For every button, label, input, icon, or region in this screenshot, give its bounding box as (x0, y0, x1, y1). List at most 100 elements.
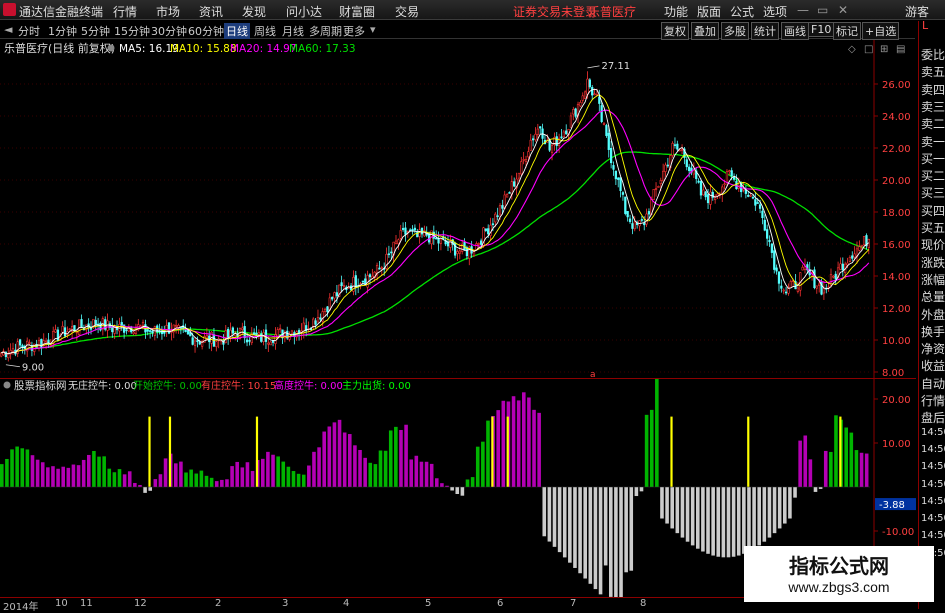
chart-tool-icon[interactable]: ◇ (848, 44, 856, 55)
indicator-bar (327, 426, 332, 487)
indicator-bar (849, 432, 854, 487)
minimize-icon[interactable]: — (797, 3, 809, 17)
period-tab-5min[interactable]: 5分钟 (81, 23, 110, 39)
menu-item-discover[interactable]: 发现 (242, 3, 266, 20)
indicator-bar (701, 487, 705, 552)
add-watchlist-button[interactable]: +自选 (862, 22, 900, 40)
event-marker[interactable]: a (590, 370, 596, 378)
candle-body (68, 328, 71, 331)
indicator-bar (854, 450, 859, 487)
candle-body (141, 321, 145, 326)
candle-body (680, 149, 684, 151)
period-tab-daily[interactable]: 日线 (224, 23, 250, 39)
period-tab-multi[interactable]: 多周期 (309, 23, 342, 39)
menu-item-news[interactable]: 资讯 (199, 3, 223, 20)
candle-body (290, 330, 294, 335)
period-tab-15min[interactable]: 15分钟 (114, 23, 150, 39)
menu-item-trade[interactable]: 交易 (395, 3, 419, 20)
menu-item-formula[interactable]: 公式 (730, 3, 754, 20)
candle-body (706, 194, 710, 204)
indicator-bar (358, 449, 362, 487)
period-tab-1min[interactable]: 1分钟 (48, 23, 77, 39)
fuquan-button[interactable]: 复权 (661, 22, 689, 40)
candle-body (106, 320, 109, 331)
indicator-bar (844, 427, 848, 487)
indicator-bar (220, 479, 224, 487)
menu-item-ask[interactable]: 问小达 (286, 3, 322, 20)
chart-tool-icon[interactable]: □ (864, 44, 873, 55)
side-panel-item[interactable]: 14:50 (921, 444, 945, 455)
restore-icon[interactable]: ▭ (817, 3, 828, 17)
settings-dot-icon[interactable] (107, 44, 115, 52)
side-panel-item[interactable]: 自动 (921, 375, 945, 392)
login-notice[interactable]: 证券交易未登录 (513, 3, 597, 20)
date-tick: 12 (134, 598, 147, 609)
candle-body (196, 340, 199, 342)
chart-tool-icon[interactable]: ⊞ (880, 44, 888, 55)
indicator-bar (250, 470, 255, 487)
indicator-bar (690, 487, 695, 546)
period-tab-more[interactable]: 更多 (343, 23, 365, 39)
indicator-settings-icon[interactable] (3, 381, 11, 389)
mark-button[interactable]: 标记 (833, 22, 861, 40)
period-tab-60min[interactable]: 60分钟 (188, 23, 224, 39)
indicator-bar (225, 479, 229, 487)
f10-button[interactable]: F10 (808, 22, 835, 37)
multi-stock-button[interactable]: 多股 (721, 22, 749, 40)
candle-body (643, 222, 646, 226)
candle-body (491, 223, 495, 226)
menu-item-wealth[interactable]: 财富圈 (339, 3, 375, 20)
menu-item-market[interactable]: 市场 (156, 3, 180, 20)
indicator-bar (342, 432, 347, 487)
candle-body (132, 331, 135, 335)
more-dropdown-icon[interactable]: ▾ (370, 23, 376, 36)
side-panel-item[interactable]: 14:50 (921, 530, 945, 541)
side-panel-item[interactable]: 14:50 (921, 479, 945, 490)
menu-item-layout[interactable]: 版面 (697, 3, 721, 20)
side-panel-item[interactable]: 14:50 (921, 427, 945, 438)
period-tab-30min[interactable]: 30分钟 (151, 23, 187, 39)
main-kline-chart[interactable]: 26.00 24.00 22.00 20.00 18.00 16.00 14.00 12.00… (0, 40, 916, 378)
candle-body (527, 151, 530, 158)
overlay-button[interactable]: 叠加 (691, 22, 719, 40)
indicator-bar (803, 435, 808, 487)
menu-item-quotes[interactable]: 行情 (113, 3, 137, 20)
candle-body (193, 340, 197, 346)
chart-tool-icon[interactable]: ▤ (896, 44, 905, 55)
date-tick: 6 (497, 598, 504, 609)
period-tab-intraday[interactable]: 分时 (18, 23, 40, 39)
close-icon[interactable]: ✕ (838, 3, 848, 17)
candle-body (673, 144, 677, 146)
stock-name-header: 乐普医疗 (588, 5, 637, 19)
period-tab-weekly[interactable]: 周线 (254, 23, 276, 39)
indicator-bar (706, 487, 710, 554)
stats-button[interactable]: 统计 (751, 22, 779, 40)
side-panel-item: 换手 (921, 324, 945, 339)
candle-body (205, 335, 208, 339)
side-panel-item[interactable]: 14:50 (921, 461, 945, 472)
guest-label[interactable]: 游客 (905, 3, 929, 20)
side-panel-item[interactable]: 14:50 (921, 496, 945, 507)
candle-body (789, 281, 792, 288)
menu-item-function[interactable]: 功能 (664, 3, 688, 20)
side-panel-item[interactable]: 14:50 (921, 513, 945, 524)
candle-body (770, 243, 774, 253)
date-tick: 7 (570, 598, 577, 609)
candle-body (335, 292, 339, 297)
indicator-bar (522, 392, 526, 487)
indicator-bar (214, 481, 219, 487)
toolbar-arrow-icon[interactable]: ◄ (4, 23, 12, 36)
candle-body (267, 342, 270, 345)
candle-body (331, 296, 334, 300)
side-panel-item[interactable]: 盘后 (921, 409, 945, 426)
quote-side-panel: 委比 卖五 卖四 卖三 卖二 卖一 买一 买二 买三 买四 买五 现价 涨跌 涨幅 总量 外盘 换手 净资 收益 自动… (918, 21, 945, 609)
period-tab-monthly[interactable]: 月线 (282, 23, 304, 39)
draw-line-button[interactable]: 画线 (781, 22, 809, 40)
menu-item-options[interactable]: 选项 (763, 3, 787, 20)
side-panel-item[interactable]: 行情 (921, 392, 945, 409)
candle-body (456, 251, 459, 254)
indicator-bar (291, 471, 296, 487)
indicator-bar (276, 456, 280, 487)
candle-body (583, 91, 587, 99)
candle-body (775, 267, 778, 272)
